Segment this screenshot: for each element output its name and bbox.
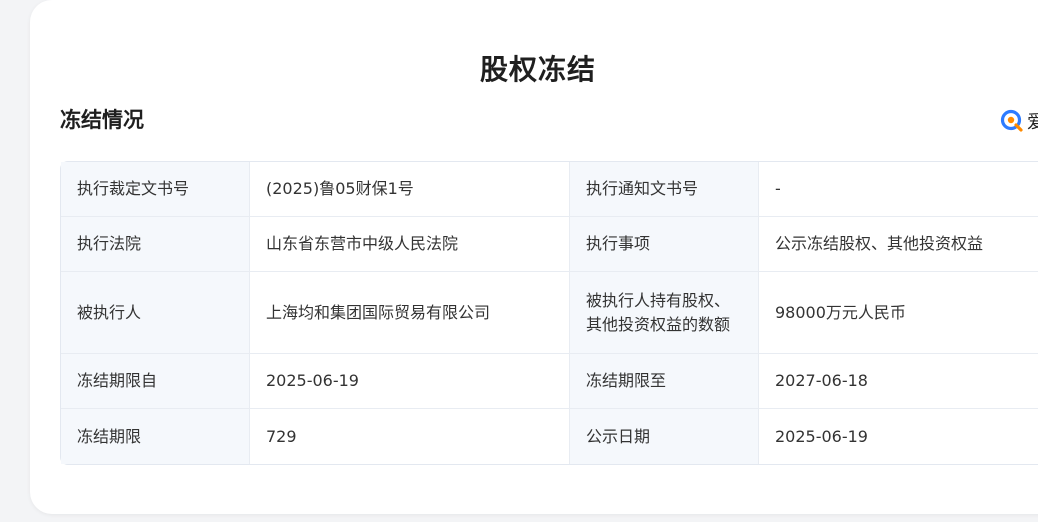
section-title: 冻结情况 [60, 108, 144, 132]
cell-value: 729 [250, 409, 570, 464]
cell-value: - [759, 162, 1038, 217]
cell-label: 被执行人 [61, 272, 250, 354]
cell-value: 公示冻结股权、其他投资权益 [759, 217, 1038, 272]
cell-label: 冻结期限自 [61, 354, 250, 409]
table-row: 冻结期限 729 公示日期 2025-06-19 [61, 409, 1038, 464]
cell-label: 执行裁定文书号 [61, 162, 250, 217]
brand-logo[interactable]: 爱 [1000, 108, 1038, 134]
table-row: 执行法院 山东省东营市中级人民法院 执行事项 公示冻结股权、其他投资权益 [61, 217, 1038, 272]
brand-text: 爱 [1027, 112, 1038, 133]
cell-label: 冻结期限至 [570, 354, 759, 409]
cell-value: 2025-06-19 [250, 354, 570, 409]
table-row: 冻结期限自 2025-06-19 冻结期限至 2027-06-18 [61, 354, 1038, 409]
cell-label: 执行事项 [570, 217, 759, 272]
table-row: 被执行人 上海均和集团国际贸易有限公司 被执行人持有股权、其他投资权益的数额 9… [61, 272, 1038, 354]
cell-value: 98000万元人民币 [759, 272, 1038, 354]
cell-label: 被执行人持有股权、其他投资权益的数额 [570, 272, 759, 354]
cell-label: 执行通知文书号 [570, 162, 759, 217]
cell-value: 上海均和集团国际贸易有限公司 [250, 272, 570, 354]
table-row: 执行裁定文书号 (2025)鲁05财保1号 执行通知文书号 - [61, 162, 1038, 217]
freeze-info-table: 执行裁定文书号 (2025)鲁05财保1号 执行通知文书号 - 执行法院 山东省… [60, 161, 1038, 465]
cell-label: 执行法院 [61, 217, 250, 272]
cell-value: 山东省东营市中级人民法院 [250, 217, 570, 272]
cell-label: 冻结期限 [61, 409, 250, 464]
aiqicha-logo-icon [1000, 109, 1024, 133]
cell-value: 2025-06-19 [759, 409, 1038, 464]
cell-value: 2027-06-18 [759, 354, 1038, 409]
page-title: 股权冻结 [479, 53, 596, 86]
cell-label: 公示日期 [570, 409, 759, 464]
cell-value: (2025)鲁05财保1号 [250, 162, 570, 217]
